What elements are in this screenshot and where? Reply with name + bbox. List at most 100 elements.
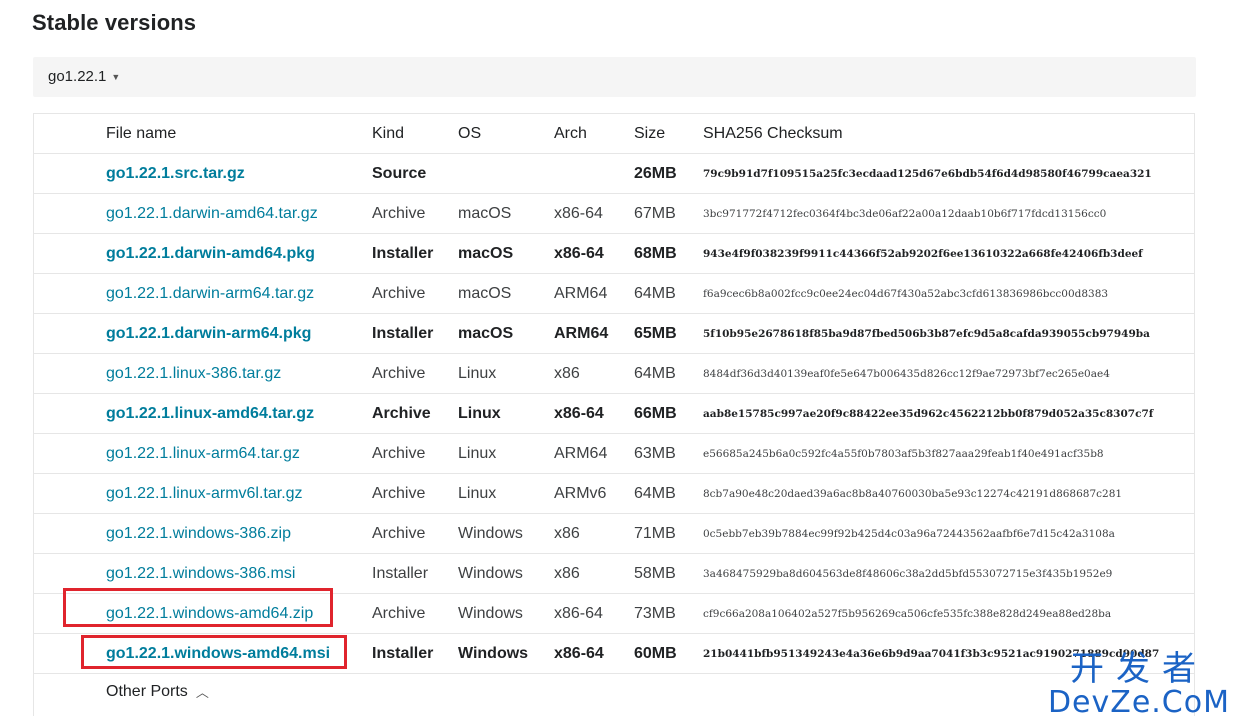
kind-cell: Archive [372, 485, 426, 502]
arch-cell: x86-64 [554, 245, 604, 262]
kind-cell: Archive [372, 525, 426, 542]
file-name-cell: go1.22.1.windows-386.msi [106, 554, 295, 594]
file-download-link[interactable]: go1.22.1.windows-386.zip [106, 525, 291, 542]
size-cell: 60MB [634, 645, 677, 662]
size-cell: 63MB [634, 445, 676, 462]
checksum-cell: 3a468475929ba8d604563de8f48606c38a2dd5bf… [703, 568, 1113, 580]
file-name-cell: go1.22.1.darwin-amd64.tar.gz [106, 194, 318, 234]
size-cell: 68MB [634, 245, 677, 262]
os-cell: Windows [458, 565, 523, 582]
arch-cell: x86-64 [554, 205, 603, 222]
other-ports-toggle[interactable]: Other Ports ︿ [106, 682, 209, 701]
header-checksum: SHA256 Checksum [703, 125, 843, 142]
os-cell: Linux [458, 445, 497, 462]
file-download-link[interactable]: go1.22.1.src.tar.gz [106, 165, 245, 182]
file-name-cell: go1.22.1.windows-amd64.msi [106, 634, 330, 674]
size-cell: 64MB [634, 485, 676, 502]
checksum-cell: aab8e15785c997ae20f9c88422ee35d962c45622… [703, 408, 1154, 420]
chevron-down-icon: ▼ [111, 71, 121, 82]
size-cell: 64MB [634, 285, 676, 302]
os-cell: macOS [458, 245, 514, 262]
header-size: Size [634, 125, 666, 142]
checksum-cell: 79c9b91d7f109515a25fc3ecdaad125d67e6bdb5… [703, 168, 1152, 180]
arch-cell: x86-64 [554, 405, 604, 422]
size-cell: 64MB [634, 365, 676, 382]
os-cell: Linux [458, 405, 501, 422]
file-name-cell: go1.22.1.src.tar.gz [106, 154, 245, 194]
kind-cell: Archive [372, 205, 426, 222]
table-row: go1.22.1.darwin-arm64.tar.gz Archive macOS… [34, 274, 1194, 314]
file-download-link[interactable]: go1.22.1.linux-amd64.tar.gz [106, 405, 314, 422]
checksum-cell: 8484df36d3d40139eaf0fe5e647b006435d826cc… [703, 368, 1110, 380]
version-selector-bar: go1.22.1 ▼ [33, 57, 1196, 97]
os-cell: Windows [458, 605, 523, 622]
arch-cell: ARMv6 [554, 485, 607, 502]
file-download-link[interactable]: go1.22.1.darwin-arm64.pkg [106, 325, 311, 342]
os-cell: Linux [458, 485, 497, 502]
checksum-cell: f6a9cec6b8a002fcc9c0ee24ec04d67f430a52ab… [703, 288, 1109, 300]
table-row: go1.22.1.windows-386.zip Archive Windows x8… [34, 514, 1194, 554]
size-cell: 65MB [634, 325, 677, 342]
file-name-cell: go1.22.1.darwin-amd64.pkg [106, 234, 315, 274]
file-name-cell: go1.22.1.linux-arm64.tar.gz [106, 434, 300, 474]
file-download-link[interactable]: go1.22.1.darwin-arm64.tar.gz [106, 285, 314, 302]
table-row: go1.22.1.windows-amd64.zip Archive Windows… [34, 594, 1194, 634]
file-download-link[interactable]: go1.22.1.linux-armv6l.tar.gz [106, 485, 303, 502]
watermark: 开发者 DevZe.CoM [1048, 652, 1230, 718]
os-cell: macOS [458, 285, 512, 302]
watermark-line2: DevZe.CoM [1047, 685, 1230, 720]
file-name-cell: go1.22.1.darwin-arm64.tar.gz [106, 274, 314, 314]
arch-cell: ARM64 [554, 445, 608, 462]
file-name-cell: go1.22.1.darwin-arm64.pkg [106, 314, 311, 354]
os-cell: macOS [458, 205, 512, 222]
file-download-link[interactable]: go1.22.1.windows-amd64.zip [106, 605, 313, 622]
size-cell: 26MB [634, 165, 677, 182]
file-download-link[interactable]: go1.22.1.darwin-amd64.pkg [106, 245, 315, 262]
kind-cell: Archive [372, 405, 431, 422]
kind-cell: Source [372, 165, 427, 182]
kind-cell: Installer [372, 645, 434, 662]
file-download-link[interactable]: go1.22.1.windows-amd64.msi [106, 645, 330, 662]
watermark-line1: 开发者 [1069, 649, 1208, 689]
header-kind: Kind [372, 125, 405, 142]
version-selector-value: go1.22.1 [48, 68, 107, 85]
kind-cell: Archive [372, 605, 426, 622]
checksum-cell: e56685a245b6a0c592fc4a55f0b7803af5b3f827… [703, 448, 1104, 460]
table-row: go1.22.1.darwin-amd64.pkg Installer macOS x… [34, 234, 1194, 274]
file-download-link[interactable]: go1.22.1.linux-386.tar.gz [106, 365, 281, 382]
file-name-cell: go1.22.1.windows-amd64.zip [106, 594, 313, 634]
size-cell: 58MB [634, 565, 676, 582]
size-cell: 71MB [634, 525, 676, 542]
table-row: go1.22.1.darwin-arm64.pkg Installer macOS A… [34, 314, 1194, 354]
chevron-up-icon: ︿ [195, 685, 209, 700]
file-download-link[interactable]: go1.22.1.linux-arm64.tar.gz [106, 445, 300, 462]
checksum-cell: 0c5ebb7eb39b7884ec99f92b425d4c03a96a7244… [703, 528, 1115, 540]
arch-cell: x86-64 [554, 605, 603, 622]
file-name-cell: go1.22.1.linux-amd64.tar.gz [106, 394, 314, 434]
table-header-row: File name Kind OS Arch Size SHA256 Check… [34, 114, 1194, 154]
os-cell: macOS [458, 325, 514, 342]
header-file-name: File name [106, 125, 177, 142]
kind-cell: Installer [372, 565, 429, 582]
file-name-cell: go1.22.1.windows-386.zip [106, 514, 291, 554]
table-row: go1.22.1.windows-amd64.msi Installer Windo… [34, 634, 1194, 674]
header-arch: Arch [554, 125, 587, 142]
arch-cell: x86 [554, 525, 580, 542]
size-cell: 73MB [634, 605, 676, 622]
table-row: go1.22.1.windows-386.msi Installer Windows… [34, 554, 1194, 594]
checksum-cell: 5f10b95e2678618f85ba9d87fbed506b3b87efc9… [703, 328, 1150, 340]
checksum-cell: cf9c66a208a106402a527f5b956269ca506cfe53… [703, 608, 1112, 620]
file-download-link[interactable]: go1.22.1.windows-386.msi [106, 565, 295, 582]
version-selector[interactable]: go1.22.1 ▼ [48, 68, 120, 85]
kind-cell: Installer [372, 325, 434, 342]
arch-cell: ARM64 [554, 325, 609, 342]
header-os: OS [458, 125, 482, 142]
arch-cell: x86 [554, 565, 580, 582]
file-download-link[interactable]: go1.22.1.darwin-amd64.tar.gz [106, 205, 318, 222]
table-row: go1.22.1.linux-386.tar.gz Archive Linux x86… [34, 354, 1194, 394]
arch-cell: ARM64 [554, 285, 608, 302]
kind-cell: Archive [372, 445, 426, 462]
os-cell: Linux [458, 365, 497, 382]
file-name-cell: go1.22.1.linux-386.tar.gz [106, 354, 281, 394]
other-ports-label: Other Ports [106, 682, 188, 700]
